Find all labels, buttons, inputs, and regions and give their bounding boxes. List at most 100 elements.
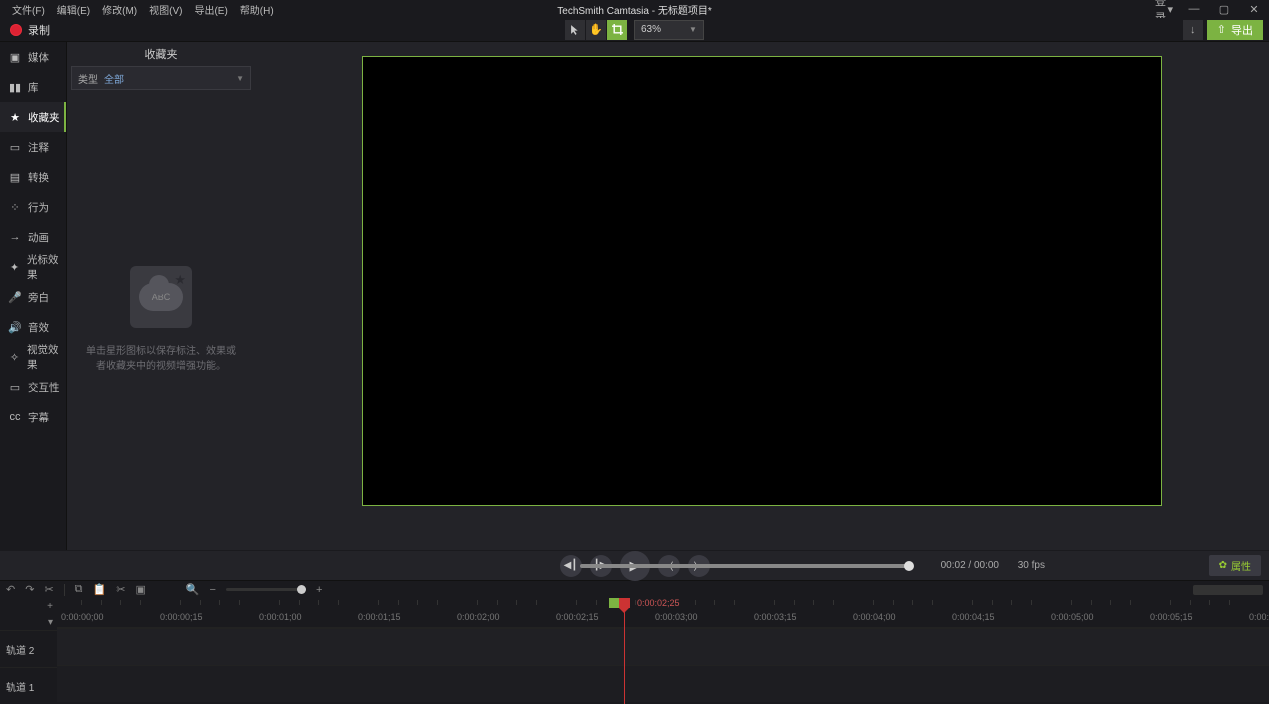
chevron-down-icon: ▼	[689, 25, 697, 34]
window-minimize[interactable]: —	[1179, 0, 1209, 18]
sidebar-item-captions[interactable]: cc字幕	[0, 402, 66, 432]
media-icon: ▣	[8, 50, 22, 64]
menu-export[interactable]: 导出(E)	[188, 0, 233, 19]
menu-file[interactable]: 文件(F)	[6, 0, 51, 19]
type-label: 类型	[78, 71, 98, 86]
menu-edit[interactable]: 编辑(E)	[51, 0, 96, 19]
playhead[interactable]	[624, 598, 625, 704]
sidebar-item-audio[interactable]: 🔊音效	[0, 312, 66, 342]
gear-icon: ✿	[1219, 560, 1227, 571]
playback-bar: ◀┃ ┃▶ ▶ 〈 〉 00:02 / 00:00 30 fps ✿ 属性	[0, 550, 1269, 580]
cursor-icon: ✦	[8, 260, 21, 274]
ruler-tick: 0:00:05;00	[1051, 612, 1094, 622]
interact-icon: ▭	[8, 380, 22, 394]
mic-icon: 🎤	[8, 290, 22, 304]
type-value: 全部	[104, 71, 124, 86]
menubar: 文件(F) 编辑(E) 修改(M) 视图(V) 导出(E) 帮助(H) Tech…	[0, 0, 1269, 18]
window-close[interactable]: ✕	[1239, 0, 1269, 18]
redo-button[interactable]: ↷	[25, 583, 34, 596]
playback-fps[interactable]: 30 fps	[1018, 560, 1045, 571]
timeline-zoom-slider[interactable]	[226, 588, 306, 591]
timeline-toolbar: ↶ ↷ ✂ ⧉ 📋 ✂ ▣ 🔍 − +	[0, 580, 1269, 598]
ruler-tick: 0:00:02;15	[556, 612, 599, 622]
menu-help[interactable]: 帮助(H)	[234, 0, 280, 19]
sidebar-item-behaviors[interactable]: ⁘行为	[0, 192, 66, 222]
ruler-tick: 0:00:00;00	[61, 612, 104, 622]
record-label: 录制	[28, 22, 50, 38]
animation-icon: →	[8, 230, 22, 244]
record-icon	[10, 24, 22, 36]
upload-icon: ⇧	[1217, 23, 1226, 36]
export-label: 导出	[1231, 22, 1253, 38]
split-button[interactable]: ✂	[116, 583, 125, 596]
zoom-plus[interactable]: +	[316, 584, 322, 596]
empty-message: 单击星形图标以保存标注、效果或者收藏夹中的视频增强功能。	[83, 344, 239, 374]
cut-button[interactable]: ✂	[44, 583, 53, 596]
paste-button[interactable]: 📋	[93, 583, 107, 596]
record-button[interactable]: 录制	[0, 18, 60, 42]
sidebar-item-library[interactable]: ▮▮库	[0, 72, 66, 102]
marker[interactable]	[609, 598, 619, 608]
ruler-tick: 0:00:00;15	[160, 612, 203, 622]
ruler-tick: 0:00:01;15	[358, 612, 401, 622]
panel-title: 收藏夹	[67, 42, 255, 66]
prev-frame-button[interactable]: ◀┃	[560, 555, 582, 577]
sidebar-item-cursor[interactable]: ✦光标效果	[0, 252, 66, 282]
sidebar-item-interactivity[interactable]: ▭交互性	[0, 372, 66, 402]
ruler-tick: 0:00:05;15	[1150, 612, 1193, 622]
sidebar-item-annotations[interactable]: ▭注释	[0, 132, 66, 162]
wand-icon: ✧	[8, 350, 21, 364]
add-track-button[interactable]: +	[47, 601, 53, 612]
sidebar-item-favorites[interactable]: ★收藏夹	[0, 102, 66, 132]
properties-button[interactable]: ✿ 属性	[1209, 555, 1261, 576]
track-header-2[interactable]: 轨道 2	[0, 630, 57, 667]
menu-modify[interactable]: 修改(M)	[96, 0, 143, 19]
sidebar-item-media[interactable]: ▣媒体	[0, 42, 66, 72]
track-row-2[interactable]	[57, 628, 1269, 665]
transition-icon: ▤	[8, 170, 22, 184]
menu-view[interactable]: 视图(V)	[143, 0, 188, 19]
ruler-tick: 0:00:01;00	[259, 612, 302, 622]
favorites-panel: 收藏夹 类型 全部 ▼ ABC ★ 单击星形图标以保存标注、效果或者收藏夹中的视…	[67, 42, 255, 550]
download-button[interactable]: ↓	[1183, 20, 1203, 40]
tool-hand[interactable]: ✋	[586, 20, 606, 40]
toolbar: 录制 ✋ 63% ▼ ↓ ⇧ 导出	[0, 18, 1269, 42]
zoom-minus[interactable]: −	[210, 584, 216, 596]
preview-canvas[interactable]	[362, 56, 1162, 506]
playback-time: 00:02 / 00:00	[941, 560, 999, 571]
tool-crop[interactable]	[607, 20, 627, 40]
speaker-icon: 🔊	[8, 320, 22, 334]
library-icon: ▮▮	[8, 80, 22, 94]
zoom-out-icon[interactable]: 🔍	[186, 583, 200, 596]
tool-select[interactable]	[565, 20, 585, 40]
undo-button[interactable]: ↶	[6, 583, 15, 596]
ruler-tick: 0:00:02;00	[457, 612, 500, 622]
login-dropdown[interactable]: 登录 ▾	[1149, 0, 1179, 18]
seek-slider[interactable]	[580, 564, 909, 568]
track-menu-button[interactable]: ▾	[48, 617, 53, 628]
sidebar-item-transitions[interactable]: ▤转换	[0, 162, 66, 192]
behavior-icon: ⁘	[8, 200, 22, 214]
callout-icon: ▭	[8, 140, 22, 154]
export-button[interactable]: ⇧ 导出	[1207, 20, 1263, 40]
ruler-tick: 0:00:0	[1249, 612, 1269, 622]
cc-icon: cc	[8, 410, 22, 424]
timeline-body[interactable]: 0:00:00;00 0:00:00;15 0:00:01;00 0:00:01;15…	[57, 598, 1269, 704]
window-maximize[interactable]: ▢	[1209, 0, 1239, 18]
ruler-tick: 0:00:03;00	[655, 612, 698, 622]
favorites-empty-icon: ABC ★	[130, 266, 192, 328]
timeline: + ▾ 轨道 2 轨道 1 0:00:00;000:00:00;150:00:0…	[0, 598, 1269, 704]
empty-state: ABC ★ 单击星形图标以保存标注、效果或者收藏夹中的视频增强功能。	[67, 90, 255, 550]
snapshot-button[interactable]: ▣	[135, 583, 145, 596]
timeline-overview[interactable]	[1193, 585, 1263, 595]
zoom-dropdown[interactable]: 63% ▼	[634, 20, 704, 40]
ruler-tick: 0:00:03;15	[754, 612, 797, 622]
type-dropdown[interactable]: 类型 全部 ▼	[71, 66, 251, 90]
sidebar-item-narration[interactable]: 🎤旁白	[0, 282, 66, 312]
sidebar-item-animations[interactable]: →动画	[0, 222, 66, 252]
chevron-down-icon: ▼	[236, 74, 244, 83]
sidebar-item-visual[interactable]: ✧视觉效果	[0, 342, 66, 372]
app-title: TechSmith Camtasia - 无标题项目*	[557, 2, 711, 17]
copy-button[interactable]: ⧉	[75, 583, 83, 596]
track-header-1[interactable]: 轨道 1	[0, 667, 57, 704]
